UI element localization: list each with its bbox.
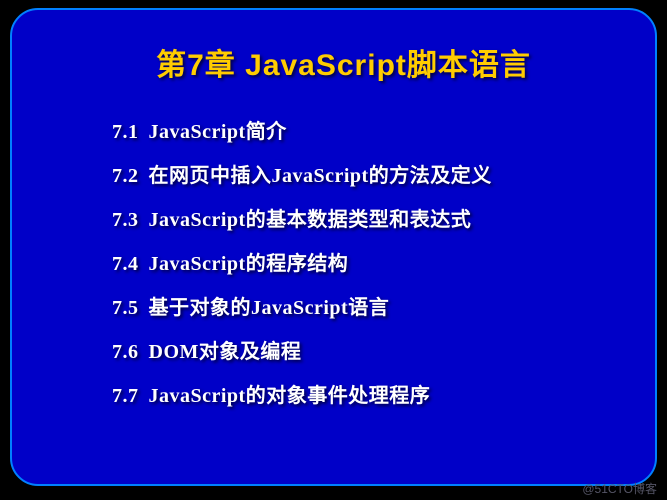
toc-item: 7.3 JavaScript的基本数据类型和表达式 — [112, 207, 625, 234]
toc-number: 7.2 — [112, 165, 139, 187]
toc-text: JavaScript的程序结构 — [149, 253, 349, 275]
toc-text: JavaScript的对象事件处理程序 — [149, 385, 431, 407]
toc-item: 7.4 JavaScript的程序结构 — [112, 251, 625, 278]
toc-item: 7.2 在网页中插入JavaScript的方法及定义 — [112, 163, 625, 190]
toc-number: 7.6 — [112, 341, 139, 363]
toc-number: 7.7 — [112, 385, 139, 407]
toc-number: 7.5 — [112, 297, 139, 319]
slide-frame: 第7章 JavaScript脚本语言 7.1 JavaScript简介 7.2 在网… — [10, 8, 657, 486]
toc-text: JavaScript的基本数据类型和表达式 — [149, 209, 472, 231]
toc-number: 7.4 — [112, 253, 139, 275]
toc-text: DOM对象及编程 — [149, 341, 302, 363]
toc-item: 7.6 DOM对象及编程 — [112, 339, 625, 366]
toc-number: 7.1 — [112, 121, 139, 143]
watermark: @51CTO博客 — [582, 480, 657, 497]
toc-item: 7.1 JavaScript简介 — [112, 119, 625, 146]
chapter-title: 第7章 JavaScript脚本语言 — [62, 40, 625, 84]
toc-text: 基于对象的JavaScript语言 — [149, 297, 390, 319]
toc-text: 在网页中插入JavaScript的方法及定义 — [149, 165, 492, 187]
toc-number: 7.3 — [112, 209, 139, 231]
toc-item: 7.5 基于对象的JavaScript语言 — [112, 295, 625, 322]
table-of-contents: 7.1 JavaScript简介 7.2 在网页中插入JavaScript的方法及定… — [62, 119, 625, 410]
toc-item: 7.7 JavaScript的对象事件处理程序 — [112, 383, 625, 410]
toc-text: JavaScript简介 — [149, 121, 287, 143]
